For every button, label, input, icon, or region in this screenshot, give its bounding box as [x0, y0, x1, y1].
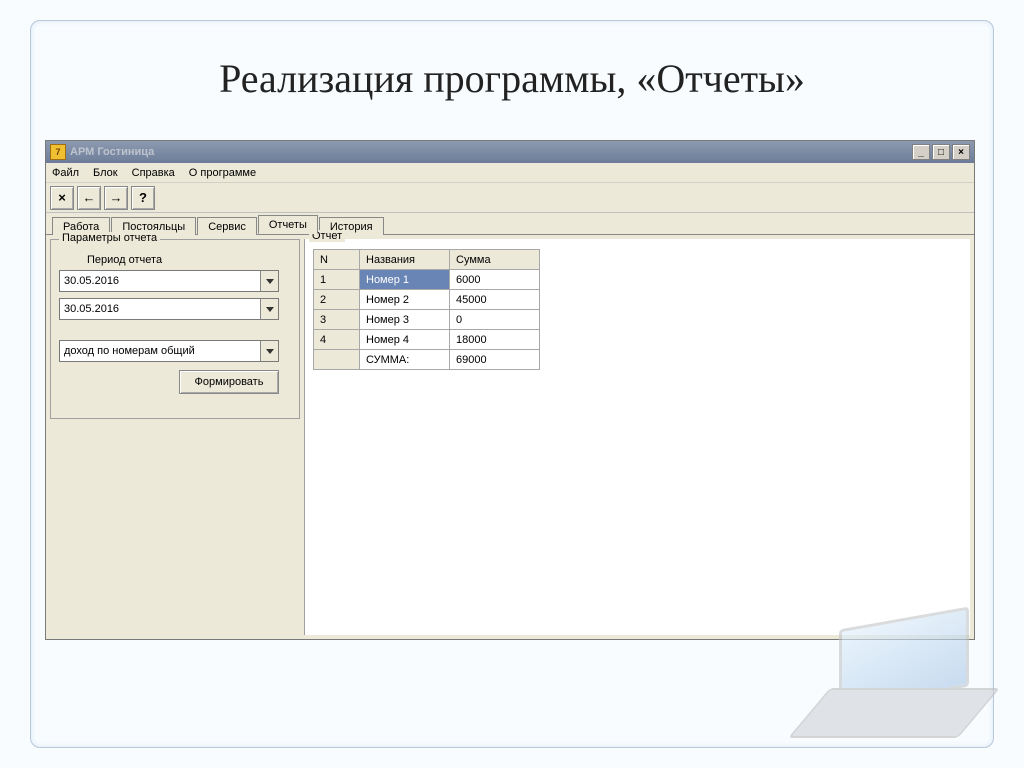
app-window: 7 АРМ Гостиница _ □ × Файл Блок Справка … — [45, 140, 975, 640]
window-title: АРМ Гостиница — [70, 146, 912, 158]
toolbar: × ← → ? — [46, 183, 974, 213]
col-header-sum: Сумма — [450, 250, 540, 270]
report-type-value: доход по номерам общий — [60, 341, 260, 361]
table-row[interactable]: 4 Номер 4 18000 — [314, 330, 540, 350]
cell-total-label: СУММА: — [360, 350, 450, 370]
date-from-value: 30.05.2016 — [60, 271, 260, 291]
toolbar-forward-icon[interactable]: → — [104, 186, 128, 210]
cell-name: Номер 4 — [360, 330, 450, 350]
app-icon: 7 — [50, 144, 66, 160]
period-label: Период отчета — [87, 254, 291, 266]
menu-about[interactable]: О программе — [189, 167, 256, 179]
dropdown-arrow-icon — [260, 299, 278, 319]
date-to-value: 30.05.2016 — [60, 299, 260, 319]
toolbar-close-icon[interactable]: × — [50, 186, 74, 210]
menu-block[interactable]: Блок — [93, 167, 118, 179]
tab-reports[interactable]: Отчеты — [258, 215, 318, 234]
cell-name: Номер 1 — [360, 270, 450, 290]
menu-file[interactable]: Файл — [52, 167, 79, 179]
date-from-combo[interactable]: 30.05.2016 — [59, 270, 279, 292]
tab-service[interactable]: Сервис — [197, 217, 257, 235]
toolbar-help-icon[interactable]: ? — [131, 186, 155, 210]
window-controls: _ □ × — [912, 144, 970, 160]
maximize-button[interactable]: □ — [932, 144, 950, 160]
col-header-n: N — [314, 250, 360, 270]
date-to-combo[interactable]: 30.05.2016 — [59, 298, 279, 320]
cell-sum: 6000 — [450, 270, 540, 290]
cell-n: 4 — [314, 330, 360, 350]
table-total-row: СУММА: 69000 — [314, 350, 540, 370]
close-button[interactable]: × — [952, 144, 970, 160]
col-header-name: Названия — [360, 250, 450, 270]
grid-header-row: N Названия Сумма — [314, 250, 540, 270]
menu-help[interactable]: Справка — [132, 167, 175, 179]
cell-name: Номер 3 — [360, 310, 450, 330]
table-row[interactable]: 3 Номер 3 0 — [314, 310, 540, 330]
cell-total-value: 69000 — [450, 350, 540, 370]
minimize-button[interactable]: _ — [912, 144, 930, 160]
cell-sum: 18000 — [450, 330, 540, 350]
params-group-title: Параметры отчета — [59, 232, 160, 244]
window-titlebar: 7 АРМ Гостиница _ □ × — [46, 141, 974, 163]
dropdown-arrow-icon — [260, 271, 278, 291]
toolbar-back-icon[interactable]: ← — [77, 186, 101, 210]
report-groupbox: Отчет N Названия Сумма 1 Номер 1 6000 2 … — [304, 239, 970, 635]
cell-name: Номер 2 — [360, 290, 450, 310]
params-groupbox: Параметры отчета Период отчета 30.05.201… — [50, 239, 300, 419]
tab-bar: Работа Постояльцы Сервис Отчеты История — [46, 213, 974, 235]
dropdown-arrow-icon — [260, 341, 278, 361]
report-grid[interactable]: N Названия Сумма 1 Номер 1 6000 2 Номер … — [313, 249, 540, 370]
generate-button[interactable]: Формировать — [179, 370, 279, 394]
table-row[interactable]: 1 Номер 1 6000 — [314, 270, 540, 290]
table-row[interactable]: 2 Номер 2 45000 — [314, 290, 540, 310]
tab-content: Параметры отчета Период отчета 30.05.201… — [46, 235, 974, 639]
cell-n-empty — [314, 350, 360, 370]
cell-n: 3 — [314, 310, 360, 330]
cell-n: 2 — [314, 290, 360, 310]
cell-sum: 0 — [450, 310, 540, 330]
menu-bar: Файл Блок Справка О программе — [46, 163, 974, 183]
cell-n: 1 — [314, 270, 360, 290]
cell-sum: 45000 — [450, 290, 540, 310]
report-type-combo[interactable]: доход по номерам общий — [59, 340, 279, 362]
slide-title: Реализация программы, «Отчеты» — [0, 55, 1024, 102]
